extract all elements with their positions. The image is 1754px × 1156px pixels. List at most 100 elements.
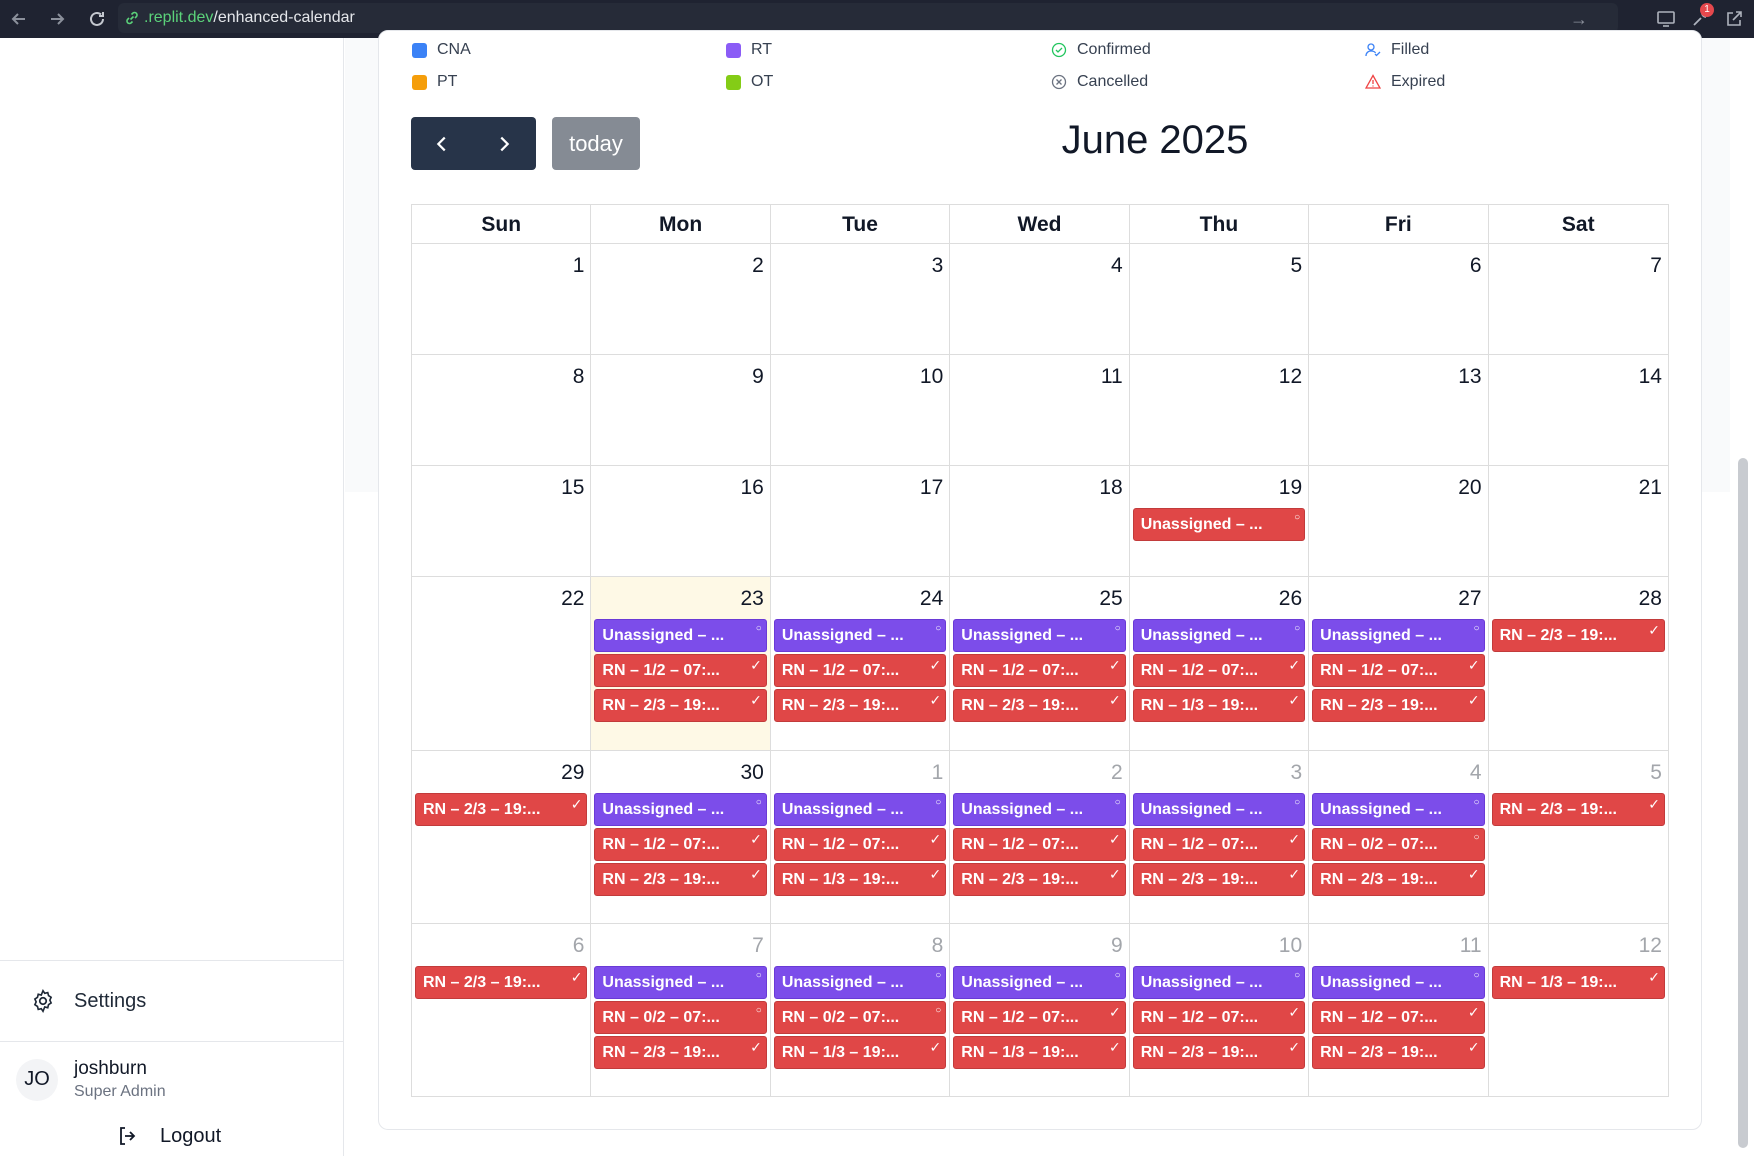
day-cell[interactable]: 1 Unassigned – ... ○ RN – 1/2 – 07:... ✓ RN –… [771,751,951,923]
day-cell[interactable]: 11 Unassigned – ... ○ RN – 1/2 – 07:... ✓ RN … [1309,924,1489,1096]
shift-event[interactable]: RN – 1/2 – 07:... ✓ [953,828,1126,861]
day-number[interactable]: 3 [932,254,944,278]
shift-event[interactable]: RN – 2/3 – 19:... ✓ [415,966,588,999]
day-cell[interactable]: 22 [412,577,592,750]
day-cell[interactable]: 13 [1309,355,1489,465]
day-cell[interactable]: 4 Unassigned – ... ○ RN – 0/2 – 07:... ○ RN –… [1309,751,1489,923]
day-number[interactable]: 12 [1279,365,1302,389]
day-cell[interactable]: 21 [1489,466,1668,576]
shift-event[interactable]: RN – 1/2 – 07:... ✓ [1132,654,1306,687]
shift-event[interactable]: Unassigned – ... ○ [1132,793,1306,826]
shift-event[interactable]: RN – 0/2 – 07:... ○ [594,1001,767,1034]
go-arrow-icon[interactable]: → [1570,9,1588,30]
day-number[interactable]: 6 [1470,254,1482,278]
day-number[interactable]: 16 [740,476,763,500]
day-number[interactable]: 18 [1099,476,1122,500]
day-cell[interactable]: 29 RN – 2/3 – 19:... ✓ [412,751,592,923]
day-cell[interactable]: 3 [771,244,951,354]
day-cell[interactable]: 5 [1130,244,1310,354]
shift-event[interactable]: RN – 1/2 – 07:... ✓ [773,654,947,687]
day-number[interactable]: 25 [1099,587,1122,611]
shift-event[interactable]: RN – 1/2 – 07:... ✓ [1132,828,1306,861]
day-cell[interactable]: 24 Unassigned – ... ○ RN – 1/2 – 07:... ✓ RN … [771,577,951,750]
day-number[interactable]: 17 [920,476,943,500]
prev-button[interactable] [411,117,473,170]
shift-event[interactable]: RN – 1/2 – 07:... ✓ [1132,1001,1306,1034]
shift-event[interactable]: RN – 1/3 – 19:... ✓ [1132,689,1306,722]
day-cell[interactable]: 9 [591,355,771,465]
day-number[interactable]: 7 [752,934,764,958]
day-cell[interactable]: 26 Unassigned – ... ○ RN – 1/2 – 07:... ✓ RN … [1130,577,1310,750]
shift-event[interactable]: RN – 1/3 – 19:... ✓ [773,1036,947,1069]
shift-event[interactable]: Unassigned – ... ○ [773,966,947,999]
day-number[interactable]: 23 [740,587,763,611]
day-number[interactable]: 4 [1111,254,1123,278]
shift-event[interactable]: Unassigned – ... ○ [594,966,767,999]
today-button[interactable]: today [552,117,640,170]
shift-event[interactable]: RN – 2/3 – 19:... ✓ [1312,1036,1485,1069]
shift-event[interactable]: Unassigned – ... ○ [953,966,1126,999]
day-number[interactable]: 27 [1458,587,1481,611]
day-number[interactable]: 29 [561,761,584,785]
day-number[interactable]: 11 [1101,365,1123,389]
shift-event[interactable]: Unassigned – ... ○ [1132,619,1306,652]
day-number[interactable]: 19 [1279,476,1302,500]
day-number[interactable]: 1 [932,761,944,785]
shift-event[interactable]: Unassigned – ... ○ [1312,793,1485,826]
day-number[interactable]: 1 [573,254,585,278]
day-number[interactable]: 21 [1639,476,1662,500]
day-cell[interactable]: 1 [412,244,592,354]
day-number[interactable]: 12 [1639,934,1662,958]
shift-event[interactable]: RN – 1/2 – 07:... ✓ [953,1001,1126,1034]
day-number[interactable]: 24 [920,587,943,611]
day-number[interactable]: 20 [1458,476,1481,500]
sidebar-item-settings[interactable]: Settings [0,960,343,1042]
shift-event[interactable]: RN – 2/3 – 19:... ✓ [594,863,767,896]
next-button[interactable] [473,117,535,170]
day-number[interactable]: 2 [1111,761,1123,785]
shift-event[interactable]: RN – 2/3 – 19:... ✓ [953,689,1126,722]
day-cell[interactable]: 15 [412,466,592,576]
shift-event[interactable]: RN – 2/3 – 19:... ✓ [1312,689,1485,722]
day-cell[interactable]: 5 RN – 2/3 – 19:... ✓ [1489,751,1668,923]
day-number[interactable]: 26 [1279,587,1302,611]
shift-event[interactable]: Unassigned – ... ○ [594,793,767,826]
day-number[interactable]: 5 [1650,761,1662,785]
day-cell[interactable]: 4 [950,244,1130,354]
shift-event[interactable]: RN – 2/3 – 19:... ✓ [594,689,767,722]
day-cell[interactable]: 19 Unassigned – ... ○ [1130,466,1310,576]
shift-event[interactable]: Unassigned – ... ○ [773,619,947,652]
day-cell[interactable]: 12 RN – 1/3 – 19:... ✓ [1489,924,1668,1096]
page-scrollbar[interactable] [1738,458,1748,1148]
shift-event[interactable]: Unassigned – ... ○ [1132,966,1306,999]
shift-event[interactable]: RN – 2/3 – 19:... ✓ [1312,863,1485,896]
shift-event[interactable]: Unassigned – ... ○ [594,619,767,652]
day-cell[interactable]: 18 [950,466,1130,576]
devices-icon[interactable] [1652,5,1680,33]
day-cell[interactable]: 11 [950,355,1130,465]
shift-event[interactable]: RN – 0/2 – 07:... ○ [1312,828,1485,861]
day-cell[interactable]: 2 Unassigned – ... ○ RN – 1/2 – 07:... ✓ RN –… [950,751,1130,923]
day-cell[interactable]: 7 [1489,244,1668,354]
shift-event[interactable]: Unassigned – ... ○ [773,793,947,826]
shift-event[interactable]: Unassigned – ... ○ [953,619,1126,652]
day-number[interactable]: 30 [740,761,763,785]
day-number[interactable]: 8 [932,934,944,958]
day-cell[interactable]: 30 Unassigned – ... ○ RN – 1/2 – 07:... ✓ RN … [591,751,771,923]
shift-event[interactable]: RN – 1/3 – 19:... ✓ [773,863,947,896]
forward-icon[interactable] [42,4,72,34]
shift-event[interactable]: RN – 1/3 – 19:... ✓ [953,1036,1126,1069]
day-cell[interactable]: 10 [771,355,951,465]
back-icon[interactable] [4,4,34,34]
day-number[interactable]: 6 [573,934,585,958]
day-cell[interactable]: 14 [1489,355,1668,465]
day-cell[interactable]: 10 Unassigned – ... ○ RN – 1/2 – 07:... ✓ RN … [1130,924,1310,1096]
shift-event[interactable]: RN – 1/2 – 07:... ✓ [1312,1001,1485,1034]
day-number[interactable]: 3 [1290,761,1302,785]
day-cell[interactable]: 6 [1309,244,1489,354]
day-cell[interactable]: 23 Unassigned – ... ○ RN – 1/2 – 07:... ✓ RN … [591,577,771,750]
day-number[interactable]: 7 [1650,254,1662,278]
day-cell[interactable]: 16 [591,466,771,576]
day-number[interactable]: 22 [561,587,584,611]
shift-event[interactable]: RN – 1/3 – 19:... ✓ [1491,966,1665,999]
